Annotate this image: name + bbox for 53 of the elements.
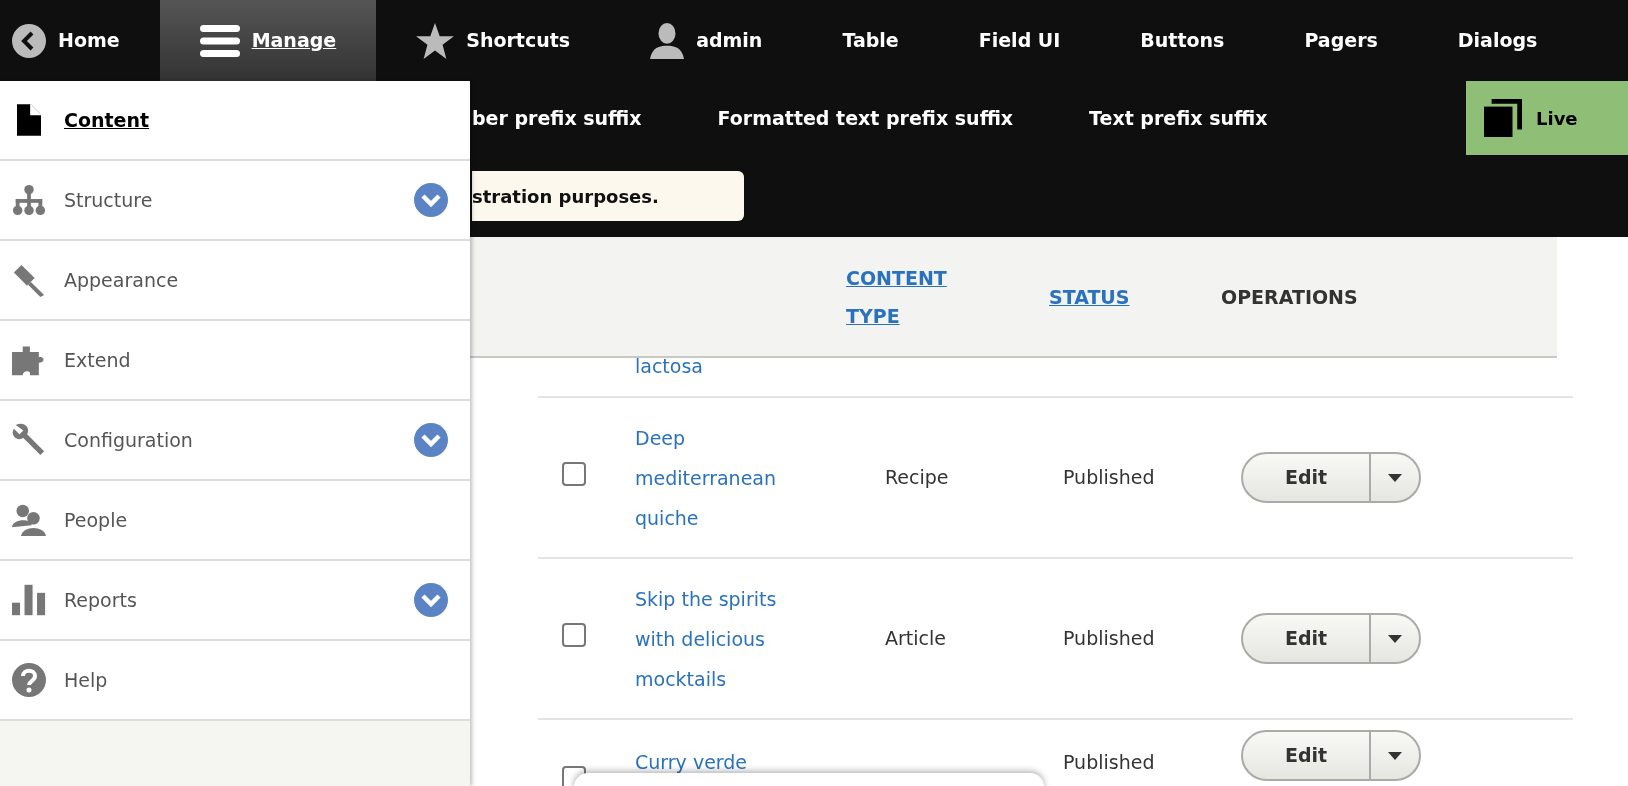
caret-icon: [1388, 473, 1402, 482]
expand-icon[interactable]: [414, 183, 448, 217]
toolbar-tab[interactable]: Pagers: [1264, 0, 1418, 81]
menu-icon: [199, 23, 240, 58]
menu-item[interactable]: Reports: [0, 561, 470, 641]
menu-item[interactable]: People: [0, 481, 470, 561]
document-icon: [17, 104, 41, 136]
row-checkbox[interactable]: [562, 623, 586, 647]
menu-item[interactable]: Help: [0, 641, 470, 721]
paintbrush-icon: [12, 262, 46, 298]
status-text: Published: [1062, 751, 1155, 773]
menu-item[interactable]: Configuration: [0, 401, 470, 481]
message-text: stration purposes.: [472, 171, 744, 221]
toolbar-tab[interactable]: Manage: [159, 0, 377, 81]
toolbar-tab[interactable]: admin: [610, 0, 803, 81]
content-title-link[interactable]: Skip the spirits with delicious mocktails: [635, 578, 815, 699]
menu-item[interactable]: Content: [0, 81, 470, 161]
expand-icon[interactable]: [414, 583, 448, 617]
content-type-text: Recipe: [884, 466, 949, 489]
row-checkbox[interactable]: [562, 462, 586, 486]
hierarchy-icon: [12, 184, 46, 216]
caret-icon: [1388, 634, 1402, 643]
status-text: Published: [1062, 627, 1155, 650]
live-button[interactable]: Live: [1466, 81, 1628, 155]
tray-link[interactable]: Text prefix suffix: [1089, 103, 1268, 133]
expand-icon[interactable]: [414, 423, 448, 457]
content-title-link[interactable]: Deep mediterranean quiche: [635, 417, 815, 538]
toolbar-tab[interactable]: Dialogs: [1417, 0, 1578, 81]
tray-link[interactable]: Formatted text prefix suffix: [717, 103, 1014, 133]
help-icon: [12, 663, 46, 697]
toolbar-tab[interactable]: Buttons: [1100, 0, 1265, 81]
menu-item[interactable]: Extend: [0, 321, 470, 401]
toolbar-tab[interactable]: Field UI: [938, 0, 1101, 81]
tray-link[interactable]: ber prefix suffix: [472, 103, 642, 133]
star-icon: [416, 22, 455, 59]
user-icon: [650, 22, 685, 59]
column-header: OPERATIONS: [1221, 284, 1359, 310]
toolbar-tab[interactable]: Shortcuts: [376, 0, 611, 81]
menu-item[interactable]: Structure: [0, 161, 470, 241]
caret-icon: [1388, 751, 1402, 760]
bar-chart-icon: [12, 583, 46, 617]
menu-item[interactable]: Appearance: [0, 241, 470, 321]
content-type-text: Article: [884, 627, 946, 650]
status-text: Published: [1062, 466, 1155, 489]
people-icon: [12, 502, 46, 538]
column-header[interactable]: STATUS: [1049, 277, 1221, 316]
toolbar-tab[interactable]: Table: [802, 0, 939, 81]
wrench-icon: [12, 422, 46, 458]
toolbar-tab[interactable]: Home: [0, 0, 160, 81]
content-title-link[interactable]: lactosa: [635, 346, 815, 386]
column-header[interactable]: CONTENT TYPE: [846, 258, 996, 335]
back-icon: [12, 23, 46, 58]
workspace-icon: [1484, 99, 1522, 137]
